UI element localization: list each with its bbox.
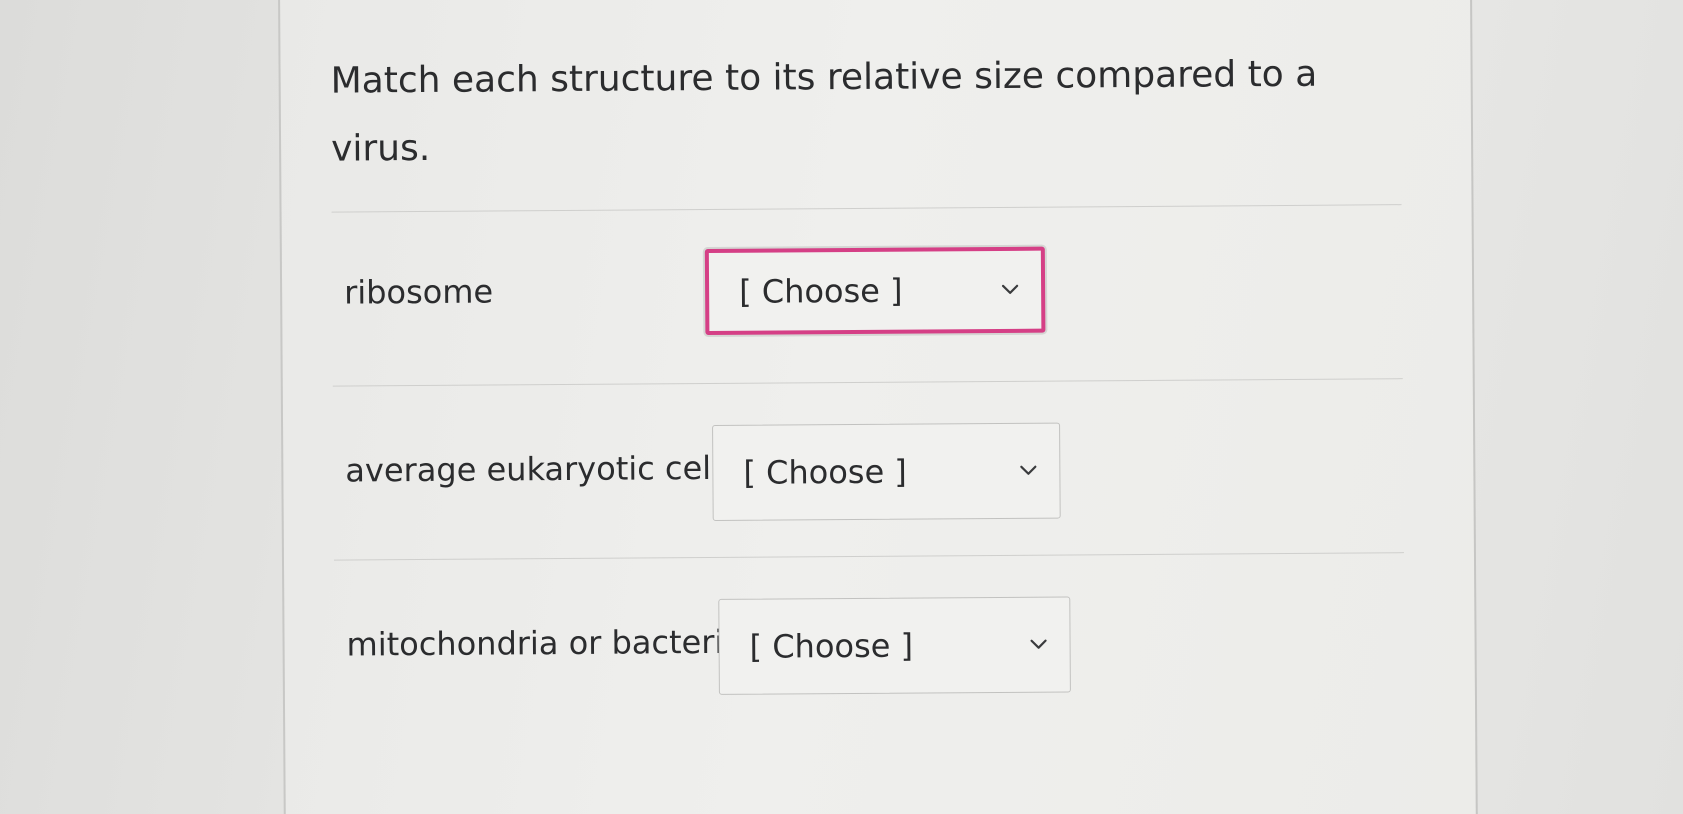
divider bbox=[331, 204, 1402, 213]
divider bbox=[332, 378, 1403, 387]
question-card: Match each structure to its relative siz… bbox=[278, 0, 1478, 814]
eukaryotic-cell-select-wrapper[interactable]: [ Choose ] bbox=[712, 422, 1061, 521]
row-label-ribosome: ribosome bbox=[343, 272, 494, 312]
mitochondria-select[interactable]: [ Choose ] bbox=[718, 596, 1071, 695]
chevron-down-icon bbox=[1001, 284, 1019, 294]
row-label-average-eukaryotic-cell: average eukaryotic cell bbox=[345, 448, 721, 490]
row-label-mitochondria-or-bacteria: mitochondria or bacteria bbox=[346, 622, 744, 664]
chevron-down-icon bbox=[1030, 639, 1047, 649]
divider bbox=[333, 552, 1404, 561]
ribosome-select-wrapper[interactable]: [ Choose ] bbox=[704, 246, 1046, 336]
select-value: [ Choose ] bbox=[738, 271, 903, 311]
question-text: Match each structure to its relative siz… bbox=[330, 53, 1318, 170]
ribosome-select[interactable]: [ Choose ] bbox=[704, 246, 1046, 336]
chevron-down-icon bbox=[1020, 465, 1037, 475]
mitochondria-select-wrapper[interactable]: [ Choose ] bbox=[718, 596, 1071, 695]
page: Match each structure to its relative siz… bbox=[0, 0, 1683, 814]
select-value: [ Choose ] bbox=[749, 626, 914, 666]
eukaryotic-cell-select[interactable]: [ Choose ] bbox=[712, 422, 1061, 521]
select-value: [ Choose ] bbox=[743, 452, 907, 492]
